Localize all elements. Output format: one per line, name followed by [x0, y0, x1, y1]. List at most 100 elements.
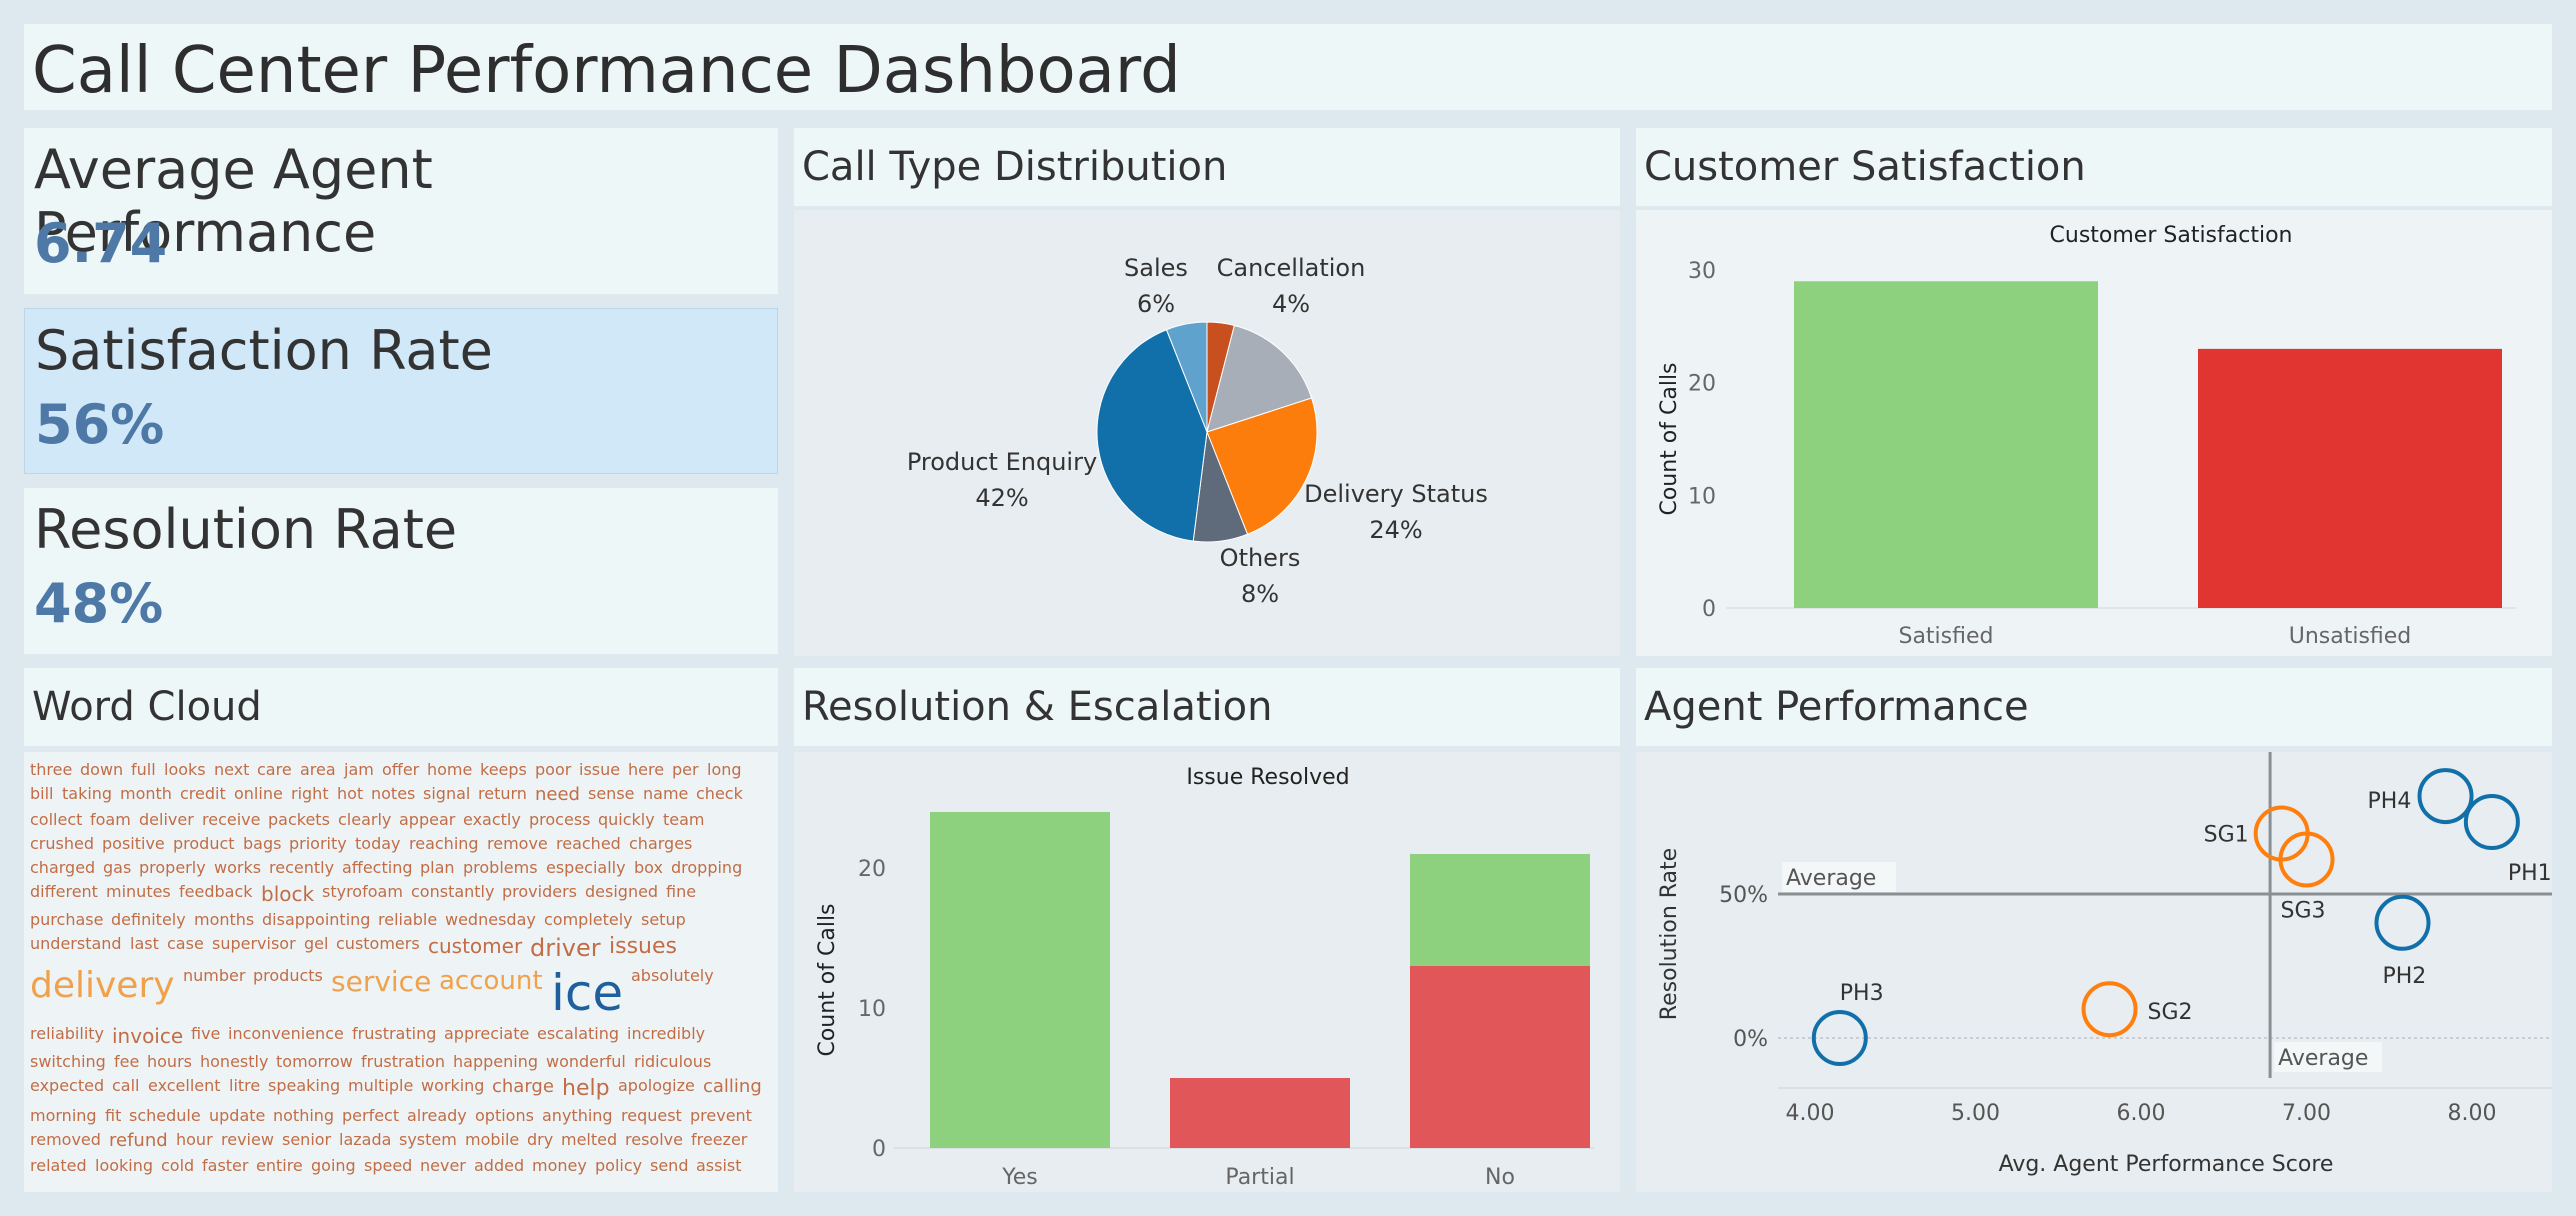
word-cloud-word[interactable]: morning: [30, 1108, 97, 1124]
word-cloud-word[interactable]: providers: [502, 884, 577, 900]
word-cloud-word[interactable]: never: [420, 1158, 466, 1174]
word-cloud-word[interactable]: nothing: [273, 1108, 334, 1124]
word-cloud-word[interactable]: three: [30, 762, 72, 778]
word-cloud-word[interactable]: care: [257, 762, 292, 778]
word-cloud-word[interactable]: prevent: [690, 1108, 752, 1124]
word-cloud-word[interactable]: completely: [544, 912, 633, 928]
word-cloud-word[interactable]: working: [421, 1078, 484, 1094]
word-cloud-word[interactable]: process: [529, 812, 590, 828]
word-cloud-word[interactable]: sense: [588, 786, 635, 802]
word-cloud-word[interactable]: signal: [423, 786, 470, 802]
word-cloud-word[interactable]: happening: [453, 1054, 538, 1070]
word-cloud-word[interactable]: frustrating: [352, 1026, 436, 1042]
word-cloud-word[interactable]: absolutely: [631, 968, 714, 984]
word-cloud-word[interactable]: exactly: [463, 812, 521, 828]
word-cloud-word[interactable]: styrofoam: [322, 884, 403, 900]
word-cloud-word[interactable]: bags: [243, 836, 281, 852]
word-cloud-word[interactable]: understand: [30, 936, 122, 952]
word-cloud-word[interactable]: removed: [30, 1132, 101, 1148]
word-cloud-word[interactable]: fit: [105, 1108, 121, 1124]
word-cloud-word[interactable]: credit: [180, 786, 226, 802]
bar-segment[interactable]: [1410, 966, 1590, 1148]
word-cloud-word[interactable]: packets: [268, 812, 330, 828]
word-cloud-word[interactable]: excellent: [148, 1078, 221, 1094]
word-cloud-word[interactable]: refund: [109, 1132, 168, 1150]
word-cloud-word[interactable]: issue: [579, 762, 620, 778]
word-cloud-word[interactable]: calling: [703, 1078, 762, 1096]
word-cloud-word[interactable]: schedule: [129, 1108, 201, 1124]
agent-scatter-chart[interactable]: Average Average 0% 50% 4.00 5.00 6.00 7.00 8.00 A…: [1636, 752, 2552, 1192]
word-cloud-word[interactable]: box: [634, 860, 663, 876]
word-cloud-word[interactable]: charges: [629, 836, 692, 852]
bar-segment[interactable]: [930, 812, 1110, 1148]
scatter-point[interactable]: [2081, 981, 2138, 1038]
word-cloud-word[interactable]: constantly: [411, 884, 494, 900]
word-cloud-word[interactable]: assist: [696, 1158, 742, 1174]
bar[interactable]: [2198, 348, 2502, 608]
word-cloud-word[interactable]: works: [214, 860, 261, 876]
word-cloud-word[interactable]: poor: [535, 762, 571, 778]
word-cloud-word[interactable]: long: [707, 762, 742, 778]
word-cloud-word[interactable]: appreciate: [444, 1026, 529, 1042]
word-cloud-word[interactable]: feedback: [179, 884, 253, 900]
word-cloud-word[interactable]: name: [643, 786, 688, 802]
word-cloud-word[interactable]: products: [253, 968, 323, 984]
word-cloud-word[interactable]: here: [628, 762, 664, 778]
word-cloud-word[interactable]: entire: [256, 1158, 303, 1174]
word-cloud-word[interactable]: service: [331, 968, 431, 996]
word-cloud-word[interactable]: expected: [30, 1078, 104, 1094]
word-cloud-word[interactable]: jam: [344, 762, 374, 778]
word-cloud-word[interactable]: going: [311, 1158, 356, 1174]
word-cloud-word[interactable]: system: [399, 1132, 457, 1148]
word-cloud-word[interactable]: recently: [269, 860, 334, 876]
word-cloud-word[interactable]: call: [112, 1078, 140, 1094]
word-cloud-word[interactable]: next: [214, 762, 249, 778]
word-cloud-word[interactable]: lazada: [339, 1132, 391, 1148]
scatter-point[interactable]: [2417, 768, 2474, 825]
word-cloud-word[interactable]: reached: [556, 836, 621, 852]
word-cloud-word[interactable]: dropping: [671, 860, 742, 876]
word-cloud-word[interactable]: account: [439, 968, 543, 994]
word-cloud-word[interactable]: need: [535, 786, 580, 804]
word-cloud-word[interactable]: money: [532, 1158, 587, 1174]
word-cloud-word[interactable]: honestly: [200, 1054, 268, 1070]
kpi-satisfaction-rate[interactable]: Satisfaction Rate 56%: [24, 308, 778, 474]
word-cloud-word[interactable]: check: [696, 786, 743, 802]
word-cloud-word[interactable]: return: [478, 786, 527, 802]
word-cloud-word[interactable]: policy: [595, 1158, 642, 1174]
scatter-point[interactable]: [2374, 894, 2431, 951]
word-cloud-word[interactable]: gas: [103, 860, 131, 876]
word-cloud-word[interactable]: charge: [492, 1078, 554, 1096]
word-cloud-word[interactable]: product: [173, 836, 235, 852]
word-cloud-word[interactable]: appear: [399, 812, 455, 828]
word-cloud-word[interactable]: remove: [487, 836, 548, 852]
word-cloud-word[interactable]: anything: [542, 1108, 613, 1124]
word-cloud-word[interactable]: down: [80, 762, 123, 778]
word-cloud-word[interactable]: customers: [336, 936, 420, 952]
word-cloud-word[interactable]: supervisor: [212, 936, 296, 952]
word-cloud-word[interactable]: especially: [546, 860, 626, 876]
word-cloud-word[interactable]: definitely: [111, 912, 186, 928]
word-cloud-word[interactable]: foam: [90, 812, 131, 828]
word-cloud-word[interactable]: wednesday: [445, 912, 536, 928]
word-cloud-word[interactable]: litre: [229, 1078, 260, 1094]
bar-segment[interactable]: [1410, 854, 1590, 966]
word-cloud-word[interactable]: deliver: [139, 812, 194, 828]
word-cloud-word[interactable]: related: [30, 1158, 87, 1174]
word-cloud-word[interactable]: purchase: [30, 912, 103, 928]
word-cloud-word[interactable]: looking: [95, 1158, 153, 1174]
word-cloud-word[interactable]: taking: [62, 786, 112, 802]
word-cloud-word[interactable]: switching: [30, 1054, 106, 1070]
word-cloud-word[interactable]: notes: [371, 786, 415, 802]
word-cloud-word[interactable]: reaching: [409, 836, 479, 852]
word-cloud-word[interactable]: added: [474, 1158, 524, 1174]
bar-segment[interactable]: [1170, 1078, 1350, 1148]
kpi-avg-performance[interactable]: Average Agent Performance 6.74: [24, 128, 778, 294]
word-cloud-word[interactable]: melted: [561, 1132, 617, 1148]
word-cloud-word[interactable]: already: [407, 1108, 467, 1124]
word-cloud-word[interactable]: escalating: [537, 1026, 619, 1042]
word-cloud-word[interactable]: quickly: [598, 812, 655, 828]
word-cloud-word[interactable]: customer: [428, 936, 522, 956]
word-cloud-word[interactable]: priority: [289, 836, 347, 852]
word-cloud-word[interactable]: inconvenience: [228, 1026, 344, 1042]
